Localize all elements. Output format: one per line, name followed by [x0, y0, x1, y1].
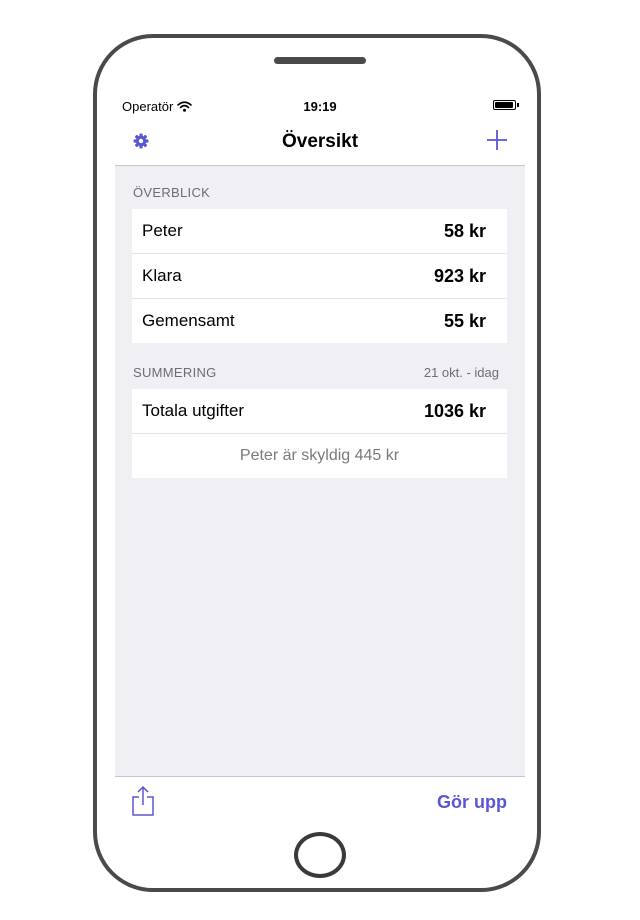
overview-section-header: ÖVERBLICK [133, 185, 211, 200]
page-title: Översikt [281, 131, 359, 152]
row-value: 58 kr [443, 221, 486, 241]
navigation-bar: Översikt [115, 122, 525, 166]
row-value: 55 kr [443, 311, 486, 331]
add-icon[interactable] [485, 128, 509, 152]
status-bar: Operatör 19:19 [115, 90, 525, 122]
home-button[interactable] [294, 832, 346, 878]
row-label: Gemensamt [142, 311, 235, 330]
summary-card: Totala utgifter 1036 kr Peter är skyldig… [132, 389, 507, 478]
total-row: Totala utgifter 1036 kr [132, 389, 507, 434]
summary-period: 21 okt. - idag [423, 365, 499, 380]
list-item[interactable]: Klara 923 kr [132, 254, 507, 299]
overview-card: Peter 58 kr Klara 923 kr Gemensamt 55 kr [132, 209, 507, 343]
row-value: 923 kr [433, 266, 486, 286]
bottom-toolbar: Gör upp [115, 776, 525, 830]
settle-button[interactable]: Gör upp [437, 792, 507, 813]
summary-section-header: SUMMERING [133, 365, 217, 380]
status-time: 19:19 [303, 99, 337, 114]
phone-speaker [274, 57, 366, 64]
app-screen: Operatör 19:19 Översikt ÖVERBLICK Peter … [115, 90, 525, 830]
row-label: Klara [142, 266, 182, 285]
list-item[interactable]: Peter 58 kr [132, 209, 507, 254]
total-label: Totala utgifter [142, 401, 245, 420]
row-label: Peter [142, 221, 183, 240]
total-value: 1036 kr [423, 401, 486, 421]
debt-text: Peter är skyldig 445 kr [239, 447, 400, 464]
battery-icon [493, 100, 519, 110]
list-item[interactable]: Gemensamt 55 kr [132, 299, 507, 343]
content-area: ÖVERBLICK Peter 58 kr Klara 923 kr Gemen… [115, 166, 525, 776]
share-icon[interactable] [131, 785, 155, 817]
